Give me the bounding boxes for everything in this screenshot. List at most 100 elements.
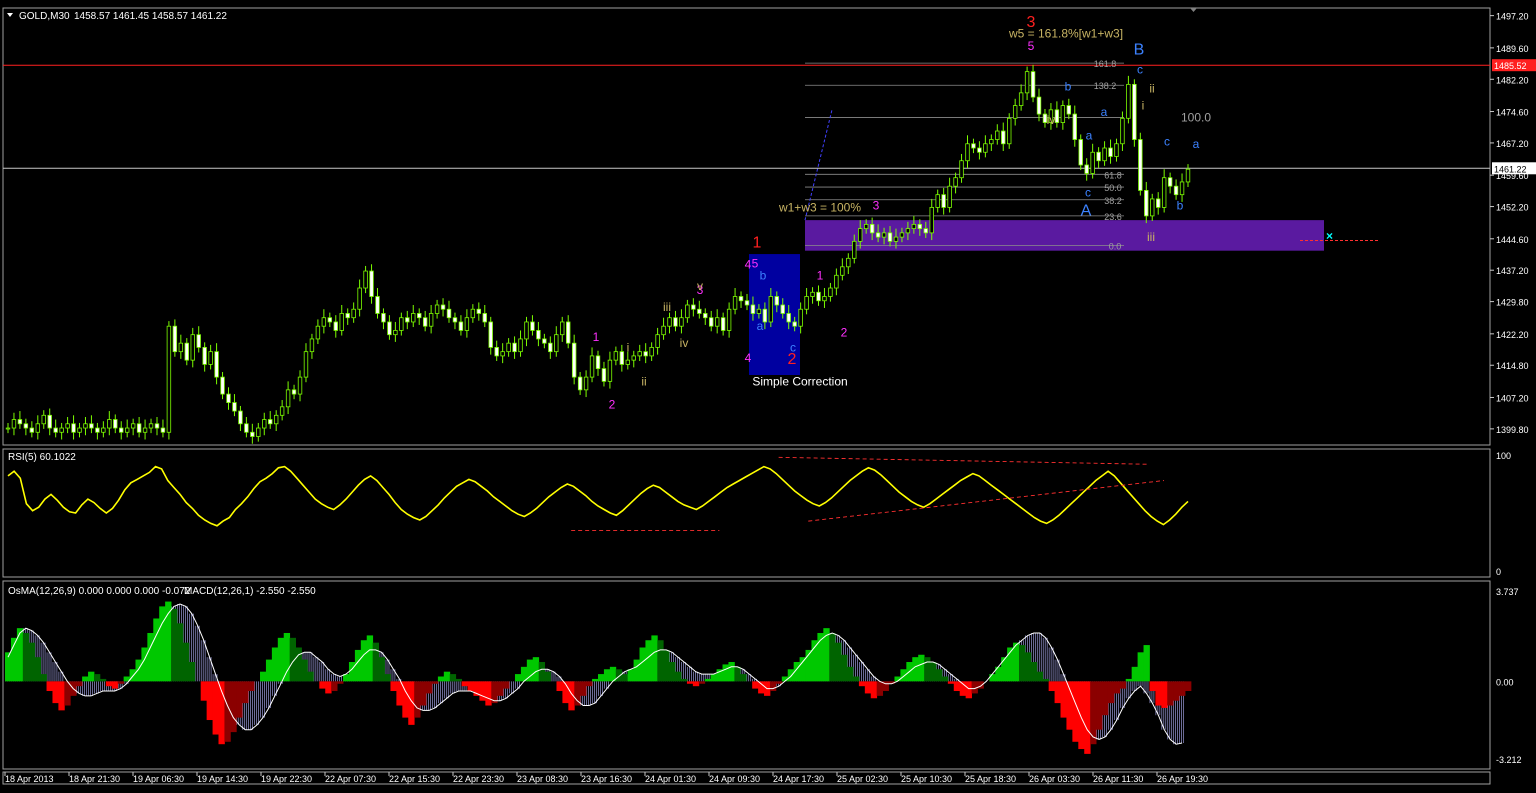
osma-bar — [847, 666, 854, 682]
candle-body — [792, 321, 797, 327]
candle-body — [417, 313, 422, 319]
candle-body — [1036, 96, 1042, 115]
wave-label: 3 — [873, 198, 880, 212]
osma-bar — [752, 681, 759, 689]
candle-body — [196, 334, 201, 348]
osma-bar — [325, 681, 332, 694]
osma-bar — [953, 681, 961, 692]
osma-bar — [301, 659, 308, 682]
price-tick-label: 1482.20 — [1496, 75, 1529, 85]
osma-bar — [947, 681, 955, 684]
candle-body — [667, 317, 672, 327]
candle-body — [405, 317, 410, 323]
osma-bar — [663, 649, 670, 682]
osma-bar — [864, 681, 872, 694]
candle-body — [917, 223, 923, 230]
candle-body — [285, 389, 291, 408]
candle-body — [822, 296, 827, 302]
candle-body — [720, 317, 726, 331]
osma-bar — [141, 647, 148, 682]
osma-bar — [88, 671, 95, 682]
osma-bar — [912, 657, 919, 682]
wave-label: i — [1142, 99, 1145, 113]
candle-body — [810, 291, 815, 297]
osma-bar — [704, 678, 712, 682]
candle-body — [232, 402, 237, 412]
candle-body — [65, 423, 70, 429]
osma-bar — [277, 637, 285, 682]
candle-body — [846, 257, 851, 268]
wave-label: c — [1137, 63, 1143, 77]
candle-body — [673, 317, 678, 327]
candle-body — [911, 223, 917, 230]
wave-label: v — [697, 279, 703, 293]
macd-title: MACD(12,26,1) -2.550 -2.550 — [184, 586, 316, 597]
osma-bar — [651, 635, 658, 682]
candle-body — [530, 321, 535, 331]
candle-body — [691, 304, 696, 310]
candle-body — [738, 296, 744, 302]
candle-body — [113, 419, 118, 429]
candle-body — [1120, 117, 1125, 145]
osma-bar — [265, 659, 273, 682]
candle-body — [1066, 105, 1072, 115]
candle-body — [393, 330, 398, 336]
osma-bar — [686, 681, 694, 684]
time-tick-label: 26 Apr 19:30 — [1157, 774, 1208, 784]
candle-body — [989, 139, 994, 145]
candle-body — [661, 325, 666, 336]
candle-body — [953, 177, 958, 187]
candle-body — [536, 330, 541, 340]
osma-bar — [758, 681, 765, 694]
osma-bar — [1143, 645, 1150, 682]
osma-bar — [503, 681, 510, 689]
candle-body — [184, 342, 189, 361]
osma-bar — [467, 681, 474, 692]
candle-body — [11, 419, 17, 429]
osma-bar — [188, 662, 196, 682]
candle-body — [428, 313, 434, 327]
osma-bar — [1036, 671, 1044, 682]
osma-bar — [396, 681, 403, 706]
osma-bar — [1024, 652, 1032, 682]
osma-bar — [1185, 681, 1192, 692]
candle-body — [256, 427, 261, 437]
candle-body — [929, 207, 934, 234]
candle-body — [476, 308, 482, 314]
time-tick-label: 22 Apr 07:30 — [325, 774, 376, 784]
candle-body — [1132, 83, 1137, 140]
candle-body — [309, 338, 315, 353]
osma-bar — [835, 642, 842, 682]
candle-body — [595, 355, 601, 370]
time-tick-label: 19 Apr 06:30 — [133, 774, 184, 784]
osma-bar — [1078, 681, 1085, 750]
candle-body — [1185, 168, 1191, 183]
candle-body — [941, 194, 946, 208]
time-tick-label: 25 Apr 10:30 — [901, 774, 952, 784]
rsi-tick-label: 0 — [1496, 567, 1501, 577]
candle-body — [1018, 92, 1024, 106]
osma-bar — [1119, 681, 1127, 689]
osma-bar — [514, 674, 522, 682]
osma-bar — [829, 632, 836, 682]
wave-label: B — [1134, 41, 1145, 58]
candle-body — [858, 228, 863, 242]
osma-bar — [538, 662, 546, 682]
osma-tick-label: 3.737 — [1496, 587, 1519, 597]
osma-bar — [621, 674, 629, 682]
wave-label: a — [1193, 137, 1200, 151]
candle-body — [637, 351, 642, 357]
trading-chart[interactable]: 1485.521461.22 35w5 = 161.8%[w1+w3]B161.… — [0, 0, 1536, 793]
osma-bar — [841, 654, 848, 682]
candle-body — [208, 351, 213, 365]
candle-body — [119, 427, 124, 433]
candle-body — [387, 321, 392, 336]
candle-body — [935, 194, 940, 208]
osma-bar — [930, 662, 937, 682]
wave-label: 100.0 — [1181, 110, 1211, 124]
osma-bar — [34, 657, 42, 682]
osma-bar — [461, 681, 468, 687]
candle-body — [351, 308, 356, 319]
candle-body — [619, 351, 625, 365]
osma-bar — [384, 674, 391, 682]
